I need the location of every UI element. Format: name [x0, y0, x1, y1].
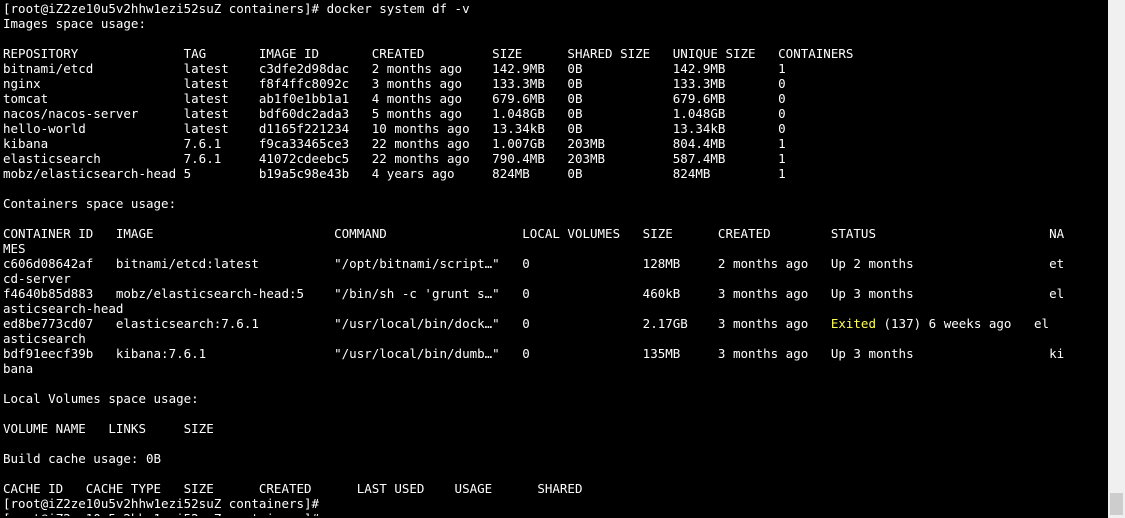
- exited-status-highlight: Exited: [830, 316, 876, 331]
- terminal-line: nginx latest f8f4ffc8092c 3 months ago 1…: [3, 76, 786, 91]
- terminal-line: tomcat latest ab1f0e1bb1a1 4 months ago …: [3, 91, 786, 106]
- terminal-line: CONTAINER ID IMAGE COMMAND LOCAL VOLUMES…: [3, 226, 1065, 241]
- terminal-line: REPOSITORY TAG IMAGE ID CREATED SIZE SHA…: [3, 46, 854, 61]
- terminal-line: ed8be773cd07 elasticsearch:7.6.1 "/usr/l…: [3, 316, 1107, 331]
- terminal-line: mobz/elasticsearch-head 5 b19a5c98e43b 4…: [3, 166, 786, 181]
- terminal-line: bana: [3, 361, 34, 376]
- vertical-scrollbar[interactable]: [1108, 0, 1125, 518]
- terminal-line: Containers space usage:: [3, 196, 177, 211]
- terminal-line: hello-world latest d1165f221234 10 month…: [3, 121, 786, 136]
- terminal-line: Images space usage:: [3, 16, 146, 31]
- scrollbar-thumb[interactable]: [1110, 493, 1123, 515]
- terminal-line: elasticsearch 7.6.1 41072cdeebc5 22 mont…: [3, 151, 786, 166]
- terminal-output[interactable]: [root@iZ2ze10u5v2hhw1ezi52suZ containers…: [3, 1, 1107, 518]
- terminal-window[interactable]: [root@iZ2ze10u5v2hhw1ezi52suZ containers…: [0, 0, 1125, 518]
- terminal-line: c606d08642af bitnami/etcd:latest "/opt/b…: [3, 256, 1065, 271]
- terminal-line: cd-server: [3, 271, 71, 286]
- terminal-line: kibana 7.6.1 f9ca33465ce3 22 months ago …: [3, 136, 786, 151]
- terminal-text: (137) 6 weeks ago el: [875, 316, 1050, 331]
- terminal-line: bdf91eecf39b kibana:7.6.1 "/usr/local/bi…: [3, 346, 1065, 361]
- terminal-line: MES: [3, 241, 26, 256]
- terminal-line: VOLUME NAME LINKS SIZE: [3, 421, 214, 436]
- terminal-line: bitnami/etcd latest c3dfe2d98dac 2 month…: [3, 61, 786, 76]
- terminal-line: CACHE ID CACHE TYPE SIZE CREATED LAST US…: [3, 481, 583, 496]
- terminal-line: [root@iZ2ze10u5v2hhw1ezi52suZ containers…: [3, 1, 470, 16]
- terminal-line: [root@iZ2ze10u5v2hhw1ezi52suZ containers…: [3, 511, 1107, 516]
- terminal-line: asticsearch-head: [3, 301, 124, 316]
- terminal-line: asticsearch: [3, 331, 86, 346]
- terminal-line: [root@iZ2ze10u5v2hhw1ezi52suZ containers…: [3, 496, 320, 511]
- terminal-line: f4640b85d883 mobz/elasticsearch-head:5 "…: [3, 286, 1065, 301]
- terminal-line: Build cache usage: 0B: [3, 451, 162, 466]
- terminal-text: ed8be773cd07 elasticsearch:7.6.1 "/usr/l…: [3, 316, 831, 331]
- terminal-line: Local Volumes space usage:: [3, 391, 199, 406]
- terminal-line: nacos/nacos-server latest bdf60dc2ada3 5…: [3, 106, 786, 121]
